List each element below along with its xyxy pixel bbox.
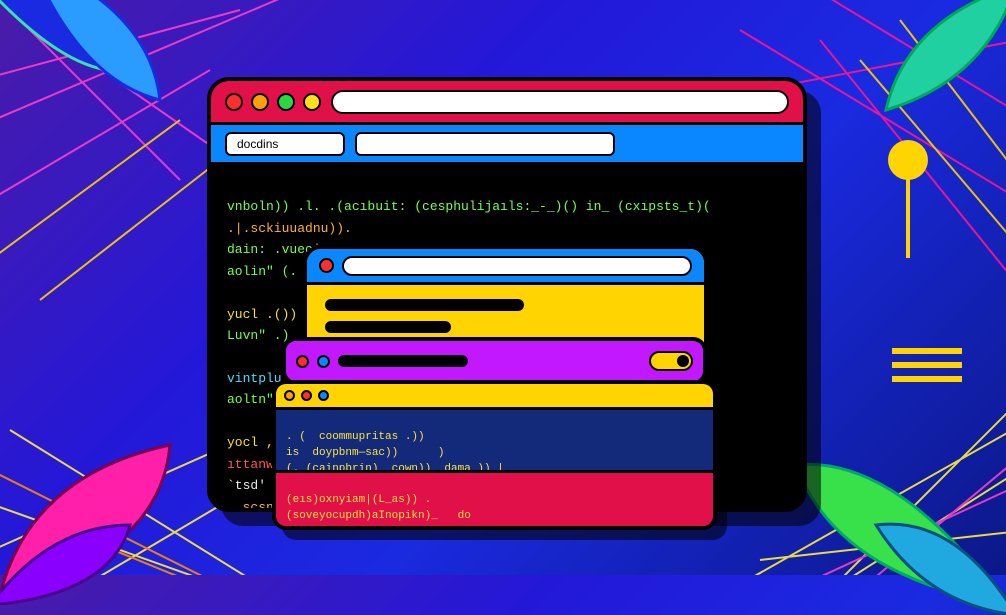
content-bar <box>325 299 524 311</box>
titlebar <box>211 81 803 125</box>
code-line: (soveyocupdh)aInopikn)_ do <box>286 510 471 522</box>
sun-decoration <box>888 140 928 180</box>
address-bar[interactable] <box>331 90 789 114</box>
purple-toolbar-window <box>282 337 707 385</box>
leaf-decoration <box>776 395 1006 615</box>
close-icon[interactable] <box>225 93 243 111</box>
code-pane-bottom: (eıs)oxnyiam|(L_as)) . (soveyocupdh)aIno… <box>276 470 713 530</box>
code-line: (eıs)oxnyiam|(L_as)) . <box>286 494 431 506</box>
leaf-decoration <box>846 0 1006 130</box>
small-code-window: . ( coommupritas .)) is doypbnm—sac)) ) … <box>272 380 717 530</box>
code-line: is doypbnm—sac)) ) <box>286 447 444 459</box>
leaf-decoration <box>0 405 220 605</box>
content-bar <box>325 321 451 333</box>
address-bar[interactable] <box>342 256 692 276</box>
titlebar <box>276 384 713 410</box>
leaf-decoration <box>0 0 190 140</box>
extra-dot-icon[interactable] <box>303 93 321 111</box>
code-line: . ( coommupritas .)) <box>286 431 425 443</box>
dot-icon[interactable] <box>284 390 295 401</box>
tab-bar: docdins <box>211 125 803 165</box>
maximize-icon[interactable] <box>277 93 295 111</box>
side-bars-decoration <box>892 348 962 382</box>
traffic-lights <box>225 93 321 111</box>
toggle-switch[interactable] <box>649 351 693 371</box>
dot-icon[interactable] <box>317 355 330 368</box>
inactive-tab[interactable] <box>355 132 615 156</box>
close-icon[interactable] <box>319 258 334 273</box>
close-icon[interactable] <box>296 355 309 368</box>
code-line: (.eatyirCA)ihloolobn) doun) clonls._ dou… <box>286 526 675 530</box>
titlebar <box>307 249 704 285</box>
minimize-icon[interactable] <box>251 93 269 111</box>
content-bar <box>338 355 468 367</box>
dot-icon[interactable] <box>318 390 329 401</box>
code-line: (. (cainpbrin)_ cown)) dama )) | <box>286 463 504 470</box>
code-line: .|.sckiuuadnu)). <box>227 221 352 236</box>
active-tab[interactable]: docdins <box>225 132 345 156</box>
code-line: vnboln)) .l. .(acıbuit: (cesphulijaıls:_… <box>227 199 711 214</box>
code-pane-top: . ( coommupritas .)) is doypbnm—sac)) ) … <box>276 410 713 470</box>
code-line: yucl .()) <box>227 307 297 322</box>
close-icon[interactable] <box>301 390 312 401</box>
